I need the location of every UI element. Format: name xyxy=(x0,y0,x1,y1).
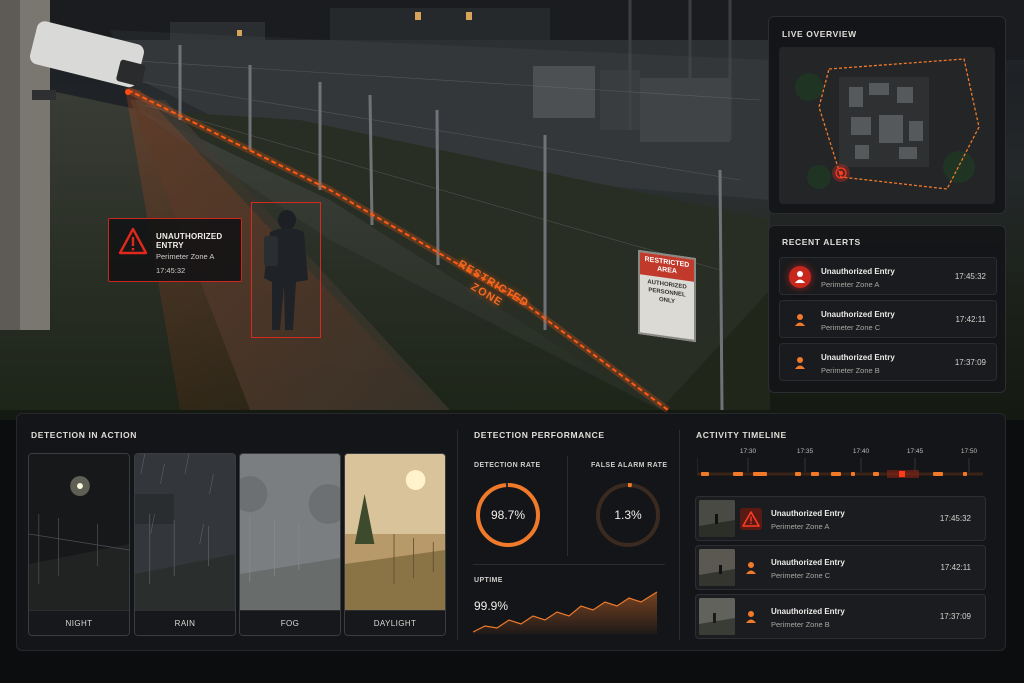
live-overview-title: LIVE OVERVIEW xyxy=(782,29,857,39)
activity-time: 17:45:32 xyxy=(939,514,971,523)
uptime-sparkline xyxy=(473,591,658,634)
timeline-tick: 17:40 xyxy=(852,448,870,455)
detection-in-action-title: DETECTION IN ACTION xyxy=(31,430,137,440)
detection-rate-value: 98.7% xyxy=(490,508,526,522)
site-map[interactable] xyxy=(779,47,995,204)
timeline-tick: 17:35 xyxy=(796,448,814,455)
timeline-tick: 17:30 xyxy=(739,448,757,455)
alert-time: 17:42:11 xyxy=(955,315,986,324)
restricted-area-sign: RESTRICTED AREA AUTHORIZED PERSONNEL ONL… xyxy=(638,249,696,343)
alert-title: Unauthorized Entry xyxy=(821,353,895,362)
recent-alert-item[interactable]: Unauthorized Entry Perimeter Zone A 17:4… xyxy=(779,257,997,295)
person-icon xyxy=(746,562,756,574)
alert-time: 17:45:32 xyxy=(156,266,186,275)
condition-card-fog[interactable]: FOG xyxy=(239,453,341,636)
map-illustration xyxy=(779,47,995,204)
condition-card-rain[interactable]: RAIN xyxy=(134,453,236,636)
uptime-label: UPTIME xyxy=(474,577,503,584)
alert-title: Unauthorized Entry xyxy=(821,310,895,319)
activity-zone: Perimeter Zone A xyxy=(771,522,830,531)
condition-card-daylight[interactable]: DAYLIGHT xyxy=(344,453,446,636)
camera-alert-popup[interactable]: UNAUTHORIZED ENTRY Perimeter Zone A 17:4… xyxy=(108,218,242,282)
alert-zone: Perimeter Zone B xyxy=(821,366,880,375)
activity-zone: Perimeter Zone B xyxy=(771,620,830,629)
person-alert-icon xyxy=(789,266,811,288)
alert-time: 17:37:09 xyxy=(954,358,986,367)
false-alarm-value: 1.3% xyxy=(614,508,642,522)
false-alarm-label: FALSE ALARM RATE xyxy=(591,462,668,469)
person-icon xyxy=(746,611,756,623)
person-icon xyxy=(789,352,811,374)
activity-item[interactable]: Unauthorized Entry Perimeter Zone C 17:4… xyxy=(695,545,986,590)
condition-label: DAYLIGHT xyxy=(345,610,445,635)
timeline-tick: 17:50 xyxy=(960,448,978,455)
alert-title: UNAUTHORIZED ENTRY xyxy=(156,232,223,250)
live-overview-panel: LIVE OVERVIEW xyxy=(768,16,1006,214)
activity-title: Unauthorized Entry xyxy=(771,509,845,518)
activity-zone: Perimeter Zone C xyxy=(771,571,831,580)
recent-alerts-title: RECENT ALERTS xyxy=(782,237,861,247)
sign-text: AUTHORIZED PERSONNEL ONLY xyxy=(647,279,687,306)
timeline-axis[interactable]: 17:30 17:35 17:40 17:45 17:50 xyxy=(683,448,985,488)
recent-alert-item[interactable]: Unauthorized Entry Perimeter Zone B 17:3… xyxy=(779,343,997,381)
activity-timeline-title: ACTIVITY TIMELINE xyxy=(696,430,787,440)
activity-thumbnail xyxy=(699,598,735,635)
condition-label: RAIN xyxy=(135,610,235,635)
detection-performance-title: DETECTION PERFORMANCE xyxy=(474,430,605,440)
condition-label: NIGHT xyxy=(29,610,129,635)
daylight-image xyxy=(345,454,445,612)
activity-thumbnail xyxy=(699,549,735,586)
activity-item[interactable]: Unauthorized Entry Perimeter Zone B 17:3… xyxy=(695,594,986,639)
activity-item[interactable]: Unauthorized Entry Perimeter Zone A 17:4… xyxy=(695,496,986,541)
activity-title: Unauthorized Entry xyxy=(771,558,845,567)
person-icon xyxy=(789,309,811,331)
condition-card-night[interactable]: NIGHT xyxy=(28,453,130,636)
activity-time: 17:42:11 xyxy=(940,563,971,572)
activity-thumbnail xyxy=(699,500,735,537)
section-divider xyxy=(457,430,458,640)
alert-zone: Perimeter Zone A xyxy=(821,280,880,289)
section-divider xyxy=(679,430,680,640)
activity-title: Unauthorized Entry xyxy=(771,607,845,616)
condition-label: FOG xyxy=(240,610,340,635)
warning-icon xyxy=(118,227,148,255)
timeline-track xyxy=(697,458,983,478)
timeline-tick: 17:45 xyxy=(906,448,924,455)
alert-zone: Perimeter Zone A xyxy=(156,252,215,261)
activity-time: 17:37:09 xyxy=(939,612,971,621)
recent-alert-item[interactable]: Unauthorized Entry Perimeter Zone C 17:4… xyxy=(779,300,997,338)
alert-title: Unauthorized Entry xyxy=(821,267,895,276)
metric-divider xyxy=(473,564,665,565)
fog-image xyxy=(240,454,340,612)
detection-rate-label: DETECTION RATE xyxy=(474,462,541,469)
warning-icon xyxy=(740,508,762,530)
metric-divider xyxy=(567,456,568,556)
intruder-bounding-box[interactable] xyxy=(251,202,321,338)
recent-alerts-panel: RECENT ALERTS Unauthorized Entry Perimet… xyxy=(768,225,1006,393)
night-image xyxy=(29,454,129,612)
rain-image xyxy=(135,454,235,612)
alert-time: 17:45:32 xyxy=(954,272,986,281)
alert-zone: Perimeter Zone C xyxy=(821,323,881,332)
